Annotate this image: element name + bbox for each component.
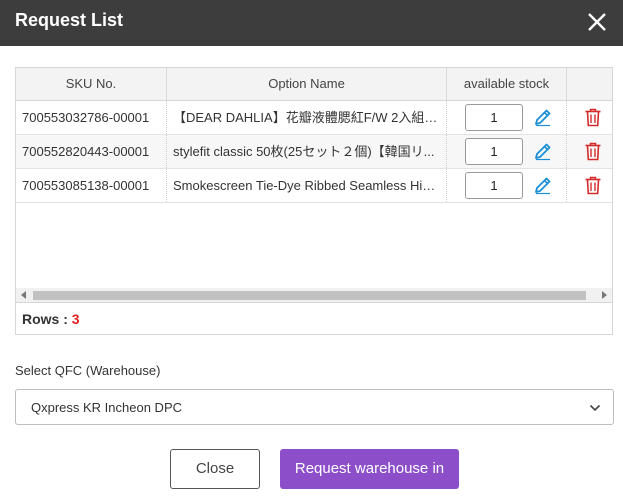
- grid-footer: Rows : 3: [16, 302, 612, 334]
- quantity-input[interactable]: 1: [465, 104, 523, 131]
- pencil-icon[interactable]: [533, 107, 553, 127]
- rows-label: Rows :: [22, 311, 68, 327]
- table-row[interactable]: 700552820443-00001 stylefit classic 50枚(…: [16, 135, 612, 169]
- dialog-header: Request List: [0, 0, 623, 46]
- warehouse-select[interactable]: Qxpress KR Incheon DPC: [15, 389, 614, 425]
- quantity-input[interactable]: 1: [465, 172, 523, 199]
- table-row[interactable]: 700553085138-00001 Smokescreen Tie-Dye R…: [16, 169, 612, 203]
- column-header-option-name[interactable]: Option Name: [167, 68, 447, 100]
- quantity-input[interactable]: 1: [465, 138, 523, 165]
- sku-cell: 700552820443-00001: [16, 135, 167, 168]
- warehouse-selected-value: Qxpress KR Incheon DPC: [31, 400, 183, 415]
- pencil-icon[interactable]: [533, 141, 553, 161]
- warehouse-label: Select QFC (Warehouse): [15, 363, 161, 378]
- request-warehouse-in-button[interactable]: Request warehouse in: [280, 449, 459, 489]
- horizontal-scrollbar[interactable]: [16, 288, 612, 302]
- trash-icon[interactable]: [584, 142, 602, 161]
- scroll-left-icon[interactable]: [21, 291, 26, 299]
- column-header-sku[interactable]: SKU No.: [16, 68, 167, 100]
- rows-count-value: 3: [71, 311, 80, 327]
- table-row[interactable]: 700553032786-00001 【DEAR DAHLIA】花瓣液體腮紅F/…: [16, 101, 612, 135]
- trash-icon[interactable]: [584, 176, 602, 195]
- dialog-title: Request List: [15, 10, 124, 30]
- sku-cell: 700553032786-00001: [16, 101, 167, 134]
- option-name-cell: stylefit classic 50枚(25セット２個)【韓国リ...: [167, 135, 447, 168]
- rows-count: Rows : 3: [22, 311, 80, 327]
- scrollbar-thumb[interactable]: [33, 291, 586, 300]
- request-grid: SKU No. Option Name available stock 7005…: [15, 67, 613, 335]
- option-name-cell: 【DEAR DAHLIA】花瓣液體腮紅F/W 2入組 ...: [167, 101, 447, 134]
- close-icon[interactable]: [583, 8, 611, 36]
- close-button[interactable]: Close: [170, 449, 260, 489]
- pencil-icon[interactable]: [533, 175, 553, 195]
- scroll-right-icon[interactable]: [602, 291, 607, 299]
- column-header-available-stock[interactable]: available stock: [447, 68, 567, 100]
- sku-cell: 700553085138-00001: [16, 169, 167, 202]
- grid-header: SKU No. Option Name available stock: [16, 68, 612, 101]
- option-name-cell: Smokescreen Tie-Dye Ribbed Seamless High…: [167, 169, 447, 202]
- chevron-down-icon: [589, 404, 601, 412]
- column-header-actions: [567, 68, 612, 100]
- trash-icon[interactable]: [584, 108, 602, 127]
